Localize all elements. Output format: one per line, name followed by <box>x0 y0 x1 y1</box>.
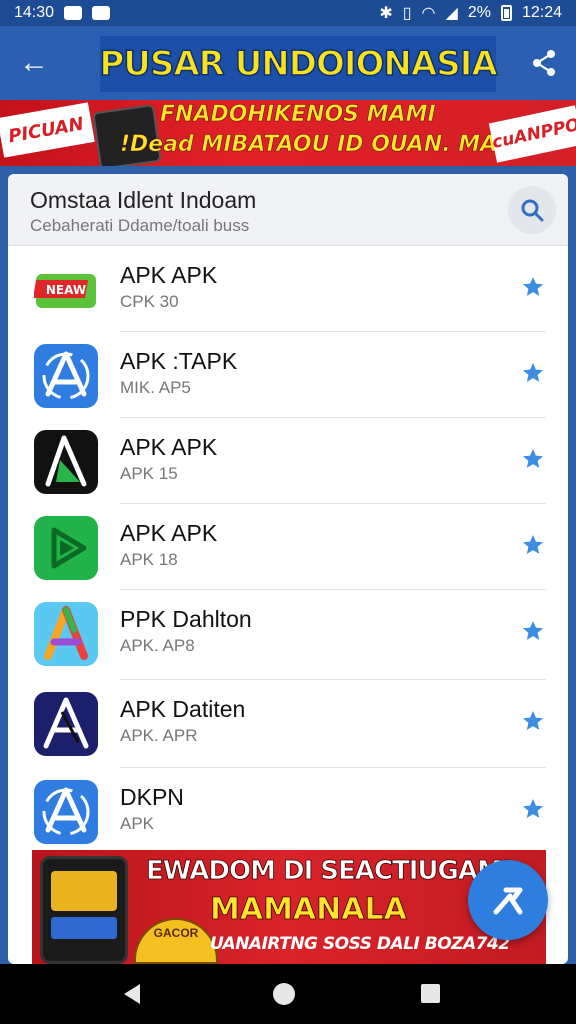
star-icon[interactable] <box>518 706 548 736</box>
item-name: DKPN <box>120 784 184 810</box>
message-icon <box>92 6 111 20</box>
star-icon[interactable] <box>518 794 548 824</box>
list-item[interactable]: APK APK APK 15 <box>8 418 568 504</box>
item-subtitle: CPK 30 <box>120 292 179 311</box>
share-icon[interactable] <box>524 43 564 83</box>
floating-action-button[interactable] <box>468 860 548 940</box>
item-subtitle: APK. AP8 <box>120 636 195 655</box>
list-item[interactable]: APK APK APK 18 <box>8 504 568 590</box>
search-subtitle: Cebaherati Ddame/toali buss <box>30 216 250 235</box>
item-name: APK Datiten <box>120 696 246 722</box>
bottom-banner-subline: UANAIRTNG SOSS DALI BOZA742 <box>210 934 510 954</box>
search-button[interactable] <box>508 186 556 234</box>
star-icon[interactable] <box>518 272 548 302</box>
status-time-right: 12:24 <box>521 4 562 21</box>
navy-a-icon <box>34 692 98 756</box>
item-name: APK APK <box>120 434 218 460</box>
battery-percent: 2% <box>467 4 491 21</box>
top-promo-banner[interactable]: PICUAN FNADOHIKENOS MAMI !Dead MIBATAOU … <box>0 100 576 166</box>
star-icon[interactable] <box>518 530 548 560</box>
colorful-a-icon <box>34 602 98 666</box>
notification-icon <box>64 6 83 20</box>
item-subtitle: APK. APR <box>120 726 198 745</box>
item-name: APK APK <box>120 262 218 288</box>
blue-a-icon <box>34 344 98 408</box>
top-banner-subline: !Dead MIBATAOU ID OUAN. MAPK <box>120 132 531 158</box>
tools-icon <box>493 887 523 915</box>
coin-badge: GACOR <box>134 918 218 964</box>
nav-recents-icon[interactable] <box>421 984 440 1003</box>
top-banner-headline: FNADOHIKENOS MAMI <box>160 102 436 128</box>
nav-back-icon[interactable] <box>118 982 146 1006</box>
signal-icon: ◢ <box>445 5 458 22</box>
new-badge-icon: NEAW <box>34 258 98 322</box>
navigation-bar <box>0 964 576 1024</box>
wifi-icon: ◠ <box>421 5 436 22</box>
bluetooth-icon: ✱ <box>379 5 393 22</box>
list-item[interactable]: NEAW APK APK CPK 30 <box>8 246 568 332</box>
nav-home-icon[interactable] <box>273 983 295 1005</box>
battery-icon <box>500 5 512 21</box>
item-name: APK APK <box>120 520 218 546</box>
app-bar: ← PUSAR UNDOIONASIA <box>0 26 576 100</box>
promo-sticker-right: cuANPPO <box>488 105 576 163</box>
status-bar: 14:30 ✱ ▯ ◠ ◢ 2% 12:24 <box>0 0 576 26</box>
search-title: Omstaa Idlent Indoam <box>30 187 257 213</box>
item-name: APK :TAPK <box>120 348 238 374</box>
bottom-banner-headline: EWADOM DI SEACTIUGAMI <box>146 856 512 887</box>
phone-illustration <box>40 856 128 964</box>
list-item[interactable]: APK :TAPK MIK. AP5 <box>8 332 568 418</box>
item-subtitle: APK 18 <box>120 550 178 569</box>
vibrate-icon: ▯ <box>402 5 412 22</box>
star-icon[interactable] <box>518 616 548 646</box>
new-badge-text: NEAW <box>46 283 86 297</box>
promo-sticker-left: PICUAN <box>0 102 95 158</box>
list-item[interactable]: APK Datiten APK. APR <box>8 680 568 768</box>
page-title: PUSAR UNDOIONASIA <box>99 43 499 85</box>
item-name: PPK Dahlton <box>120 606 252 632</box>
app-list-card: Omstaa Idlent Indoam Cebaherati Ddame/to… <box>8 174 568 964</box>
title-banner: PUSAR UNDOIONASIA <box>99 36 499 92</box>
black-green-a-icon <box>34 430 98 494</box>
search-icon <box>521 199 544 222</box>
item-subtitle: MIK. AP5 <box>120 378 191 397</box>
list-item[interactable]: PPK Dahlton APK. AP8 <box>8 590 568 680</box>
list-item[interactable]: DKPN APK <box>8 768 568 854</box>
item-subtitle: APK <box>120 814 155 833</box>
status-time-left: 14:30 <box>14 4 55 21</box>
blue-a-icon <box>34 780 98 844</box>
star-icon[interactable] <box>518 358 548 388</box>
item-subtitle: APK 15 <box>120 464 178 483</box>
search-header: Omstaa Idlent Indoam Cebaherati Ddame/to… <box>8 174 568 246</box>
green-play-icon <box>34 516 98 580</box>
back-arrow-icon[interactable]: ← <box>14 43 54 83</box>
bottom-banner-title: MAMANALA <box>210 892 408 928</box>
star-icon[interactable] <box>518 444 548 474</box>
